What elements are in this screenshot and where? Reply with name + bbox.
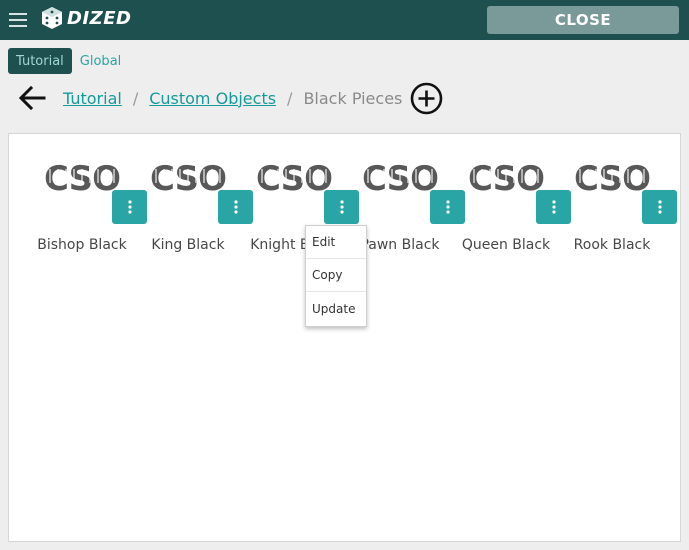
object-thumbnail: CSO <box>467 159 545 199</box>
top-bar: DIZED CLOSE <box>0 0 689 40</box>
more-vertical-icon[interactable] <box>430 190 465 224</box>
close-button[interactable]: CLOSE <box>487 6 679 34</box>
object-thumbnail: CSO <box>43 159 121 199</box>
menu-item-copy[interactable]: Copy <box>306 259 366 292</box>
more-vertical-icon[interactable] <box>536 190 571 224</box>
object-thumbnail: CSO <box>255 159 333 199</box>
menu-item-update[interactable]: Update <box>306 292 366 326</box>
more-vertical-icon[interactable] <box>324 190 359 224</box>
dice-logo-icon <box>42 7 62 29</box>
breadcrumb-tutorial[interactable]: Tutorial <box>63 89 122 108</box>
logo-text: DIZED <box>67 7 132 29</box>
breadcrumb-separator: / <box>132 88 139 108</box>
object-name: King Black <box>151 237 225 253</box>
more-vertical-icon[interactable] <box>218 190 253 224</box>
objects-panel: CSO Bishop Black CSO King Black CSO Knig… <box>8 133 681 542</box>
tab-tutorial[interactable]: Tutorial <box>8 48 72 74</box>
object-thumbnail: CSO <box>149 159 227 199</box>
breadcrumb-black-pieces: Black Pieces <box>303 88 403 108</box>
tab-global[interactable]: Global <box>72 48 129 74</box>
breadcrumb: Tutorial / Custom Objects / Black Pieces <box>63 86 402 110</box>
object-thumbnail: CSO <box>361 159 439 199</box>
scope-tabs: Tutorial Global <box>8 48 129 74</box>
menu-item-edit[interactable]: Edit <box>306 226 366 259</box>
hamburger-icon[interactable] <box>9 13 27 27</box>
plus-circle-icon[interactable] <box>409 81 444 120</box>
object-name: Rook Black <box>573 237 651 253</box>
breadcrumb-separator: / <box>287 88 293 108</box>
breadcrumb-custom-objects[interactable]: Custom Objects <box>149 89 276 108</box>
arrow-left-icon[interactable] <box>18 85 46 115</box>
more-vertical-icon[interactable] <box>642 190 677 224</box>
dized-logo: DIZED <box>40 5 131 31</box>
object-context-menu: Edit Copy Update <box>305 225 367 327</box>
object-thumbnail: CSO <box>573 159 651 199</box>
more-vertical-icon[interactable] <box>112 190 147 224</box>
